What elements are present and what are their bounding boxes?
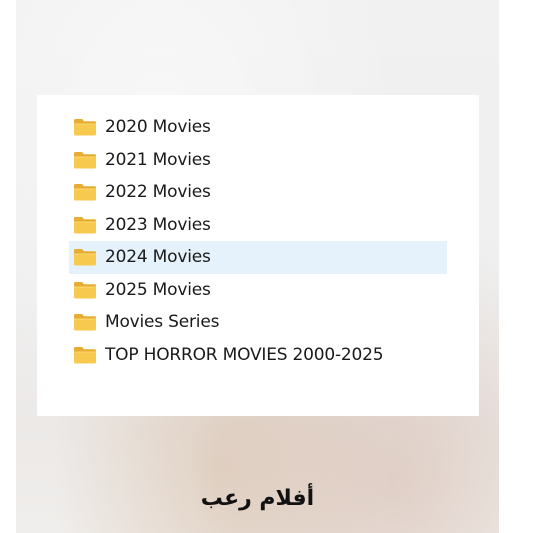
folder-item[interactable]: 2021 Movies [69, 144, 447, 177]
folder-item-selected[interactable]: 2024 Movies [69, 241, 447, 274]
folder-item[interactable]: 2025 Movies [69, 274, 447, 307]
folder-icon [74, 216, 96, 234]
screenshot-canvas: 2020 Movies 2021 Movies 2022 Movies 2023… [0, 0, 533, 533]
folder-icon [74, 249, 96, 266]
folder-label: Movies Series [105, 312, 220, 333]
folder-icon [74, 346, 96, 364]
folder-label: 2021 Movies [105, 149, 211, 170]
folder-icon [74, 281, 96, 299]
folder-label: 2024 Movies [105, 247, 211, 268]
folder-label: 2025 Movies [105, 279, 211, 300]
folder-item[interactable]: 2020 Movies [69, 111, 447, 144]
folder-item[interactable]: TOP HORROR MOVIES 2000-2025 [69, 339, 447, 372]
caption-text: أفلام رعب [200, 486, 315, 511]
folder-label: 2023 Movies [105, 214, 211, 235]
folder-list: 2020 Movies 2021 Movies 2022 Movies 2023… [37, 111, 479, 371]
folder-label: TOP HORROR MOVIES 2000-2025 [105, 344, 384, 365]
folder-label: 2020 Movies [105, 117, 211, 138]
folder-icon [74, 119, 96, 136]
folder-item[interactable]: 2023 Movies [69, 209, 447, 242]
file-explorer-panel: 2020 Movies 2021 Movies 2022 Movies 2023… [37, 95, 479, 416]
folder-item[interactable]: 2022 Movies [69, 176, 447, 209]
folder-icon [74, 314, 96, 331]
folder-label: 2022 Movies [105, 182, 211, 203]
folder-item[interactable]: Movies Series [69, 306, 447, 339]
folder-icon [74, 184, 96, 201]
folder-icon [74, 151, 96, 169]
